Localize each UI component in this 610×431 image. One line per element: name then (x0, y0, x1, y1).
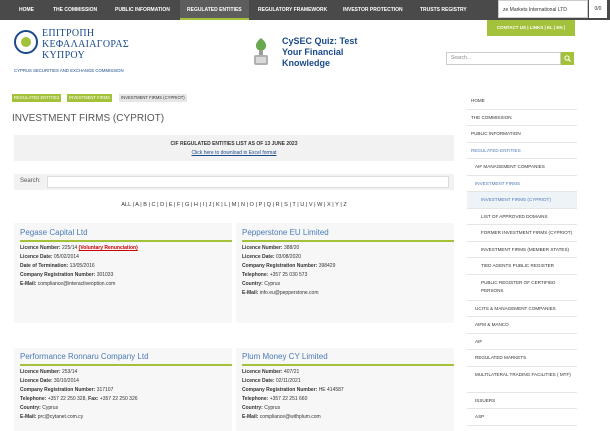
licence-date: Licence Date: 03/08/2020 (242, 254, 301, 260)
sidebar-item-aif[interactable]: AIF (467, 334, 577, 350)
cysec-logo[interactable]: ΕΠΙΤΡΟΠΗ ΚΕΦΑΛΑΙΑΓΟΡΑΣ ΚΥΠΡΟΥ CYPRUS SEC… (12, 28, 152, 78)
licence-number: Licence Number: 407/21 (242, 369, 300, 375)
email-link[interactable]: compliance@interactiveoption.com (38, 281, 116, 287)
telephone: Telephone: +357 25 030 573 (242, 272, 308, 278)
renunciation-link[interactable]: (Voluntary Renunciation) (79, 245, 138, 251)
entity-name-link[interactable]: Pegase Capital Ltd (20, 228, 232, 242)
sidebar-item-former-investment-firms-cypriot[interactable]: FORMER INVESTMENT FIRMS (CYPRIOT) (467, 225, 577, 242)
sidebar-item-multilateral-trading-facilities-mtf[interactable]: MULTILATERAL TRADING FACILITIES ( MTF) (467, 367, 577, 393)
sidebar-item-regulated-markets[interactable]: REGULATED MARKETS (467, 350, 577, 367)
sidebar-item-ucits-management-companies[interactable]: UCITS & MANAGEMENT COMPANIES (467, 301, 577, 317)
termination-date: Date of Termination: 13/05/2016 (20, 263, 95, 269)
nav-regulatory-framework[interactable]: REGULATORY FRAMEWORK (258, 0, 327, 20)
logo-line-2: ΚΕΦΑΛΑΙΑΓΟΡΑΣ (42, 39, 130, 50)
licence-number: Licence Number: 388/20 (242, 245, 300, 251)
licence-date: Licence Date: 30/10/2014 (20, 378, 79, 384)
country: Country: Cyprus (20, 405, 59, 411)
search-icon (564, 55, 571, 62)
telephone: Telephone: +357 22 250 328, Fax: +357 22… (20, 396, 138, 402)
email-link[interactable]: info.eu@pepperstone.com (260, 290, 319, 296)
email: E-Mail: compliance@withplum.com (242, 414, 321, 420)
quiz-banner[interactable]: CySEC Quiz: Test Your Financial Knowledg… (250, 36, 380, 74)
sidebar-item-regulated-entities[interactable]: REGULATED ENTITIES (467, 143, 577, 159)
site-search-input[interactable]: Search... (446, 52, 561, 65)
sidebar-item-issuers[interactable]: ISSUERS (467, 393, 577, 409)
email-link[interactable]: prc@cytanet.com.cy (38, 414, 83, 420)
sidebar-item-public-register-of-certified-persons[interactable]: PUBLIC REGISTER OF CERTIFIED PERSONS (467, 275, 577, 301)
list-header-panel: CIF REGULATED ENTITIES LIST AS OF 13 JUN… (14, 135, 454, 161)
entity-name-link[interactable]: Plum Money CY Limited (242, 352, 454, 366)
sidebar-item-asp[interactable]: ASP (467, 409, 577, 426)
table-search-label: Search: (20, 178, 41, 184)
sidebar-item-home[interactable]: HOME (467, 93, 577, 110)
alphabet-filter[interactable]: ALL | A | B | C | D | E | F | G | H | I … (0, 202, 468, 208)
sidebar-item-list-of-approved-domains[interactable]: LIST OF APPROVED DOMAINS (467, 209, 577, 225)
registration-number: Company Registration Number: 317107 (20, 387, 114, 393)
email: E-Mail: info.eu@pepperstone.com (242, 290, 319, 296)
sidebar-item-aifm-manco[interactable]: AIFM & MANCO (467, 317, 577, 334)
sidebar-item-public-information[interactable]: PUBLIC INFORMATION (467, 126, 577, 143)
entity-card: Pepperstone EU Limited Licence Number: 3… (242, 228, 454, 296)
quiz-line-3: Knowledge (282, 58, 331, 68)
search-button[interactable] (561, 52, 574, 65)
registration-number: Company Registration Number: HE 414587 (242, 387, 344, 393)
sidebar-item-investment-firms-member-states[interactable]: INVESTMENT FIRMS (MEMBER STATES) (467, 242, 577, 258)
entity-card: Pegase Capital Ltd Licence Number: 225/1… (20, 228, 232, 287)
sidebar-item-the-commission[interactable]: THE COMMISSION (467, 110, 577, 126)
country: Country: Cyprus (242, 281, 281, 287)
sidebar-item-investment-firms-cypriot[interactable]: INVESTMENT FIRMS (CYPRIOT) (467, 192, 577, 209)
breadcrumb-current: INVESTMENT FIRMS (CYPRIOT) (119, 94, 187, 102)
contact-links-bar[interactable]: CONTACT US | LINKS | EL | EN | (487, 20, 575, 36)
quiz-line-2: Your Financial (282, 47, 344, 57)
logo-line-3: ΚΥΠΡΟΥ (42, 50, 85, 61)
registration-number: Company Registration Number: 301033 (20, 272, 114, 278)
nav-investor-protection[interactable]: INVESTOR PROTECTION (343, 0, 403, 20)
entity-card: Plum Money CY Limited Licence Number: 40… (242, 352, 454, 420)
logo-subtitle: CYPRUS SECURITIES AND EXCHANGE COMMISSIO… (14, 68, 124, 73)
licence-date: Licence Date: 05/02/2014 (20, 254, 79, 260)
entity-name-link[interactable]: Pepperstone EU Limited (242, 228, 454, 242)
nav-regulated-entities[interactable]: REGULATED ENTITIES (180, 0, 249, 20)
licence-number: Licence Number: 253/14 (20, 369, 78, 375)
sidebar-item-investment-firms[interactable]: INVESTMENT FIRMS (467, 176, 577, 192)
cysec-emblem-icon (14, 30, 38, 54)
email-link[interactable]: compliance@withplum.com (260, 414, 321, 420)
nav-public-information[interactable]: PUBLIC INFORMATION (115, 0, 170, 20)
entity-card: Performance Ronnaru Company Ltd Licence … (20, 352, 232, 420)
email: E-Mail: compliance@interactiveoption.com (20, 281, 116, 287)
country: Country: Cyprus (242, 405, 281, 411)
licence-number: Licence Number: 225/14 (Voluntary Renunc… (20, 245, 138, 251)
logo-line-1: ΕΠΙΤΡΟΠΗ (42, 28, 95, 39)
licence-date: Licence Date: 02/11/2021 (242, 378, 301, 384)
download-excel-link[interactable]: Click here to download in Excel format (14, 150, 454, 156)
top-navigation: HOME THE COMMISSION PUBLIC INFORMATION R… (0, 0, 610, 20)
registration-number: Company Registration Number: 398429 (242, 263, 336, 269)
telephone: Telephone: +357 22 251 660 (242, 396, 308, 402)
list-heading: CIF REGULATED ENTITIES LIST AS OF 13 JUN… (170, 141, 298, 147)
sidebar-menu: HOME THE COMMISSION PUBLIC INFORMATION REGU… (467, 93, 577, 426)
match-counter: 0/0 (589, 0, 607, 18)
nav-the-commission[interactable]: THE COMMISSION (53, 0, 97, 20)
sidebar-item-aif-management-companies[interactable]: AIF MANAGEMENT COMPANIES (467, 159, 577, 176)
table-search-row: Search: (14, 174, 454, 190)
email: E-Mail: prc@cytanet.com.cy (20, 414, 84, 420)
page-title: INVESTMENT FIRMS (CYPRIOT) (12, 113, 165, 124)
breadcrumb-investment-firms[interactable]: INVESTMENT FIRMS (67, 94, 113, 102)
breadcrumb-regulated-entities[interactable]: REGULATED ENTITIES (12, 94, 62, 102)
table-search-input[interactable] (47, 176, 449, 188)
entity-name-link[interactable]: Performance Ronnaru Company Ltd (20, 352, 232, 366)
sidebar-item-tied-agents-public-register[interactable]: TIED AGENTS PUBLIC REGISTER (467, 258, 577, 275)
nav-trusts-registry[interactable]: TRUSTS REGISTRY (420, 0, 467, 20)
quiz-line-1: CySEC Quiz: Test (282, 36, 358, 46)
trophy-icon (254, 38, 268, 65)
nav-home[interactable]: HOME (19, 0, 34, 20)
autocomplete-tooltip[interactable]: ze Markets International LTD (498, 0, 588, 18)
